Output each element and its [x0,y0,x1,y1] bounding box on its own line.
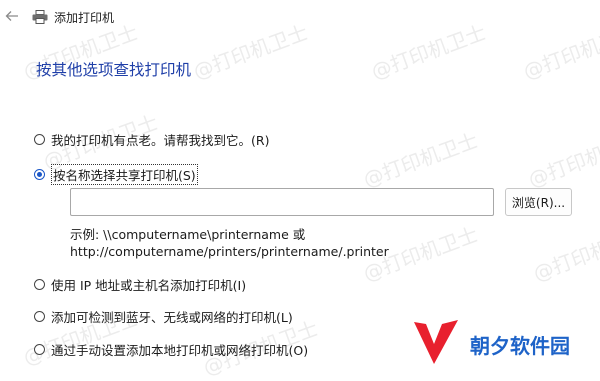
printer-icon [32,9,48,24]
radio-ip-hostname[interactable] [34,279,45,290]
watermark-text: @打印机卫士 [530,222,600,286]
radio-bluetooth-wireless[interactable] [34,311,45,322]
radio-shared-by-name[interactable] [34,169,45,180]
watermark-text: @打印机卫士 [525,128,600,192]
back-arrow-icon[interactable] [4,8,20,24]
option-old-printer[interactable]: 我的打印机有点老。请帮我找到它。(R) [34,130,269,149]
option-shared-by-name[interactable]: 按名称选择共享打印机(S) [34,164,198,185]
browse-button[interactable]: 浏览(R)... [505,188,572,216]
brand-name: 朝夕软件园 [470,333,570,358]
option-label: 通过手动设置添加本地打印机或网络打印机(O) [51,343,309,358]
window-title: 添加打印机 [54,11,115,25]
option-manual-local[interactable]: 通过手动设置添加本地打印机或网络打印机(O) [34,340,308,359]
radio-old-printer[interactable] [34,134,45,145]
printer-name-input[interactable] [70,188,494,216]
option-ip-hostname[interactable]: 使用 IP 地址或主机名添加打印机(I) [34,275,246,294]
page-heading: 按其他选项查找打印机 [36,61,192,79]
example-line: 示例: \\computername\printername 或 [70,227,306,242]
watermark-text: @打印机卫士 [360,128,481,192]
option-label: 按名称选择共享打印机(S) [51,164,198,185]
option-label: 使用 IP 地址或主机名添加打印机(I) [51,278,247,293]
option-label: 我的打印机有点老。请帮我找到它。(R) [51,133,270,148]
radio-manual-local[interactable] [34,344,45,355]
title-bar: 添加打印机 [0,0,600,36]
brand-logo-icon [412,318,460,370]
example-text: 示例: \\computername\printername 或 http://… [70,226,389,260]
option-bluetooth-wireless[interactable]: 添加可检测到蓝牙、无线或网络的打印机(L) [34,307,293,326]
brand-logo-block: 朝夕软件园 [412,318,570,370]
example-line: http://computername/printers/printername… [70,244,389,259]
option-label: 添加可检测到蓝牙、无线或网络的打印机(L) [51,310,293,325]
